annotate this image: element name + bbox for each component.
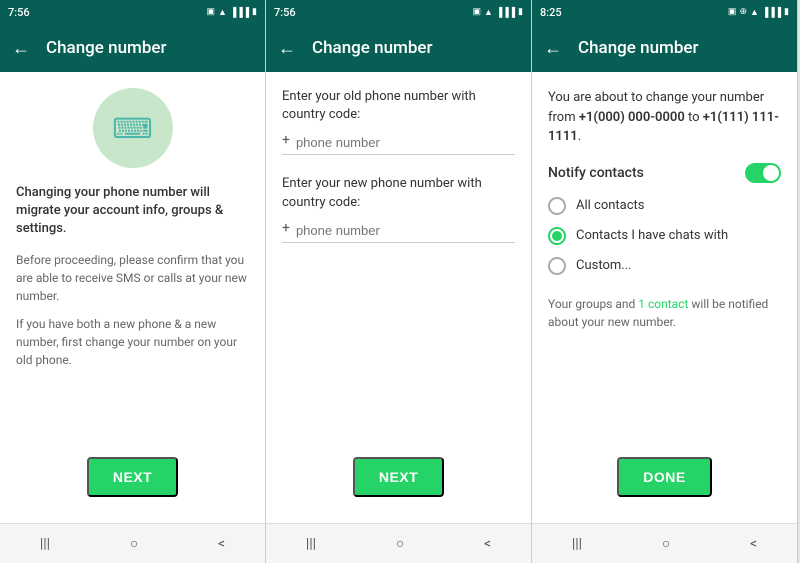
- status-icons-1: ▣ ▲ ▐▐▐ ▮: [206, 7, 257, 18]
- back-button-2[interactable]: ←: [278, 38, 296, 59]
- battery-icon-3: ▮: [784, 7, 789, 17]
- radio-custom[interactable]: Custom...: [548, 257, 781, 275]
- group-notice-pre: Your groups and: [548, 297, 638, 311]
- status-icons-2: ▣ ▲ ▐▐▐ ▮: [472, 7, 523, 18]
- next-button-1[interactable]: NEXT: [87, 457, 178, 497]
- keyboard-icon: ⌨: [112, 112, 152, 145]
- radio-circle-custom: [548, 257, 566, 275]
- status-icons-3: ▣ ⊕ ▲ ▐▐▐ ▮: [728, 7, 789, 18]
- back-button-1[interactable]: ←: [12, 38, 30, 59]
- content-3: You are about to change your number from…: [532, 72, 797, 523]
- content-1: ⌨ Changing your phone number will migrat…: [0, 72, 265, 523]
- photo-icon-2: ▣: [472, 7, 481, 17]
- menu-icon-3[interactable]: |||: [572, 536, 582, 552]
- status-bar-2: 7:56 ▣ ▲ ▐▐▐ ▮: [266, 0, 531, 24]
- radio-chats[interactable]: Contacts I have chats with: [548, 227, 781, 245]
- header-1: ← Change number: [0, 24, 265, 72]
- bottom-nav-2: ||| ○ <: [266, 523, 531, 563]
- wifi-icon-2: ▲: [484, 7, 493, 18]
- radio-circle-chats: [548, 227, 566, 245]
- header-title-1: Change number: [46, 38, 167, 58]
- header-title-3: Change number: [578, 38, 699, 58]
- radio-label-all: All contacts: [576, 198, 645, 213]
- battery-icon-2: ▮: [518, 7, 523, 17]
- signal-icon-2: ▐▐▐: [496, 7, 515, 18]
- new-number-label: Enter your new phone number with country…: [282, 175, 515, 211]
- status-bar-1: 7:56 ▣ ▲ ▐▐▐ ▮: [0, 0, 265, 24]
- old-number-label: Enter your old phone number with country…: [282, 88, 515, 124]
- location-icon: ⊕: [739, 7, 747, 17]
- radio-circle-all: [548, 197, 566, 215]
- screen-1: 7:56 ▣ ▲ ▐▐▐ ▮ ← Change number ⌨ Changin…: [0, 0, 266, 563]
- back-nav-icon-3[interactable]: <: [750, 536, 757, 552]
- wifi-icon-3: ▲: [750, 7, 759, 18]
- bottom-nav-1: ||| ○ <: [0, 523, 265, 563]
- change-desc-post: .: [578, 129, 581, 144]
- sub-text-1: Before proceeding, please confirm that y…: [16, 251, 249, 305]
- wifi-icon: ▲: [218, 7, 227, 18]
- old-number-display: +1(000) 000-0000: [579, 110, 685, 125]
- menu-icon-2[interactable]: |||: [306, 536, 316, 552]
- done-button[interactable]: DONE: [617, 457, 711, 497]
- new-number-input-row: +: [282, 220, 515, 243]
- notify-label: Notify contacts: [548, 165, 644, 181]
- toggle-knob: [763, 165, 779, 181]
- header-title-2: Change number: [312, 38, 433, 58]
- notify-toggle[interactable]: [745, 163, 781, 183]
- sub-text-2: If you have both a new phone & a new num…: [16, 315, 249, 369]
- change-description: You are about to change your number from…: [548, 88, 781, 147]
- radio-label-chats: Contacts I have chats with: [576, 228, 728, 243]
- radio-all-contacts[interactable]: All contacts: [548, 197, 781, 215]
- status-time-1: 7:56: [8, 6, 30, 19]
- header-2: ← Change number: [266, 24, 531, 72]
- main-description: Changing your phone number will migrate …: [16, 184, 249, 239]
- photo-icon: ▣: [206, 7, 215, 17]
- plus-sign-new: +: [282, 220, 290, 238]
- home-icon-1[interactable]: ○: [130, 535, 138, 552]
- next-button-2[interactable]: NEXT: [353, 457, 444, 497]
- contact-link[interactable]: 1 contact: [638, 297, 688, 311]
- old-phone-input[interactable]: [296, 135, 515, 150]
- group-notice: Your groups and 1 contact will be notifi…: [548, 295, 781, 331]
- back-nav-icon-1[interactable]: <: [218, 536, 225, 552]
- back-button-3[interactable]: ←: [544, 38, 562, 59]
- status-bar-3: 8:25 ▣ ⊕ ▲ ▐▐▐ ▮: [532, 0, 797, 24]
- screen-3: 8:25 ▣ ⊕ ▲ ▐▐▐ ▮ ← Change number You are…: [532, 0, 798, 563]
- plus-sign-old: +: [282, 132, 290, 150]
- screen-2: 7:56 ▣ ▲ ▐▐▐ ▮ ← Change number Enter you…: [266, 0, 532, 563]
- signal-icon: ▐▐▐: [230, 7, 249, 18]
- photo-icon-3: ▣: [728, 7, 737, 17]
- content-2: Enter your old phone number with country…: [266, 72, 531, 523]
- bottom-nav-3: ||| ○ <: [532, 523, 797, 563]
- home-icon-3[interactable]: ○: [662, 535, 670, 552]
- signal-icon-3: ▐▐▐: [762, 7, 781, 18]
- back-nav-icon-2[interactable]: <: [484, 536, 491, 552]
- new-phone-input[interactable]: [296, 223, 515, 238]
- status-time-3: 8:25: [540, 6, 562, 19]
- header-3: ← Change number: [532, 24, 797, 72]
- menu-icon-1[interactable]: |||: [40, 536, 50, 552]
- change-desc-mid: to: [685, 110, 703, 125]
- icon-container: ⌨: [16, 88, 249, 168]
- radio-label-custom: Custom...: [576, 258, 632, 273]
- notify-row: Notify contacts: [548, 163, 781, 183]
- status-time-2: 7:56: [274, 6, 296, 19]
- phone-icon-bg: ⌨: [93, 88, 173, 168]
- old-number-input-row: +: [282, 132, 515, 155]
- home-icon-2[interactable]: ○: [396, 535, 404, 552]
- battery-icon: ▮: [252, 7, 257, 17]
